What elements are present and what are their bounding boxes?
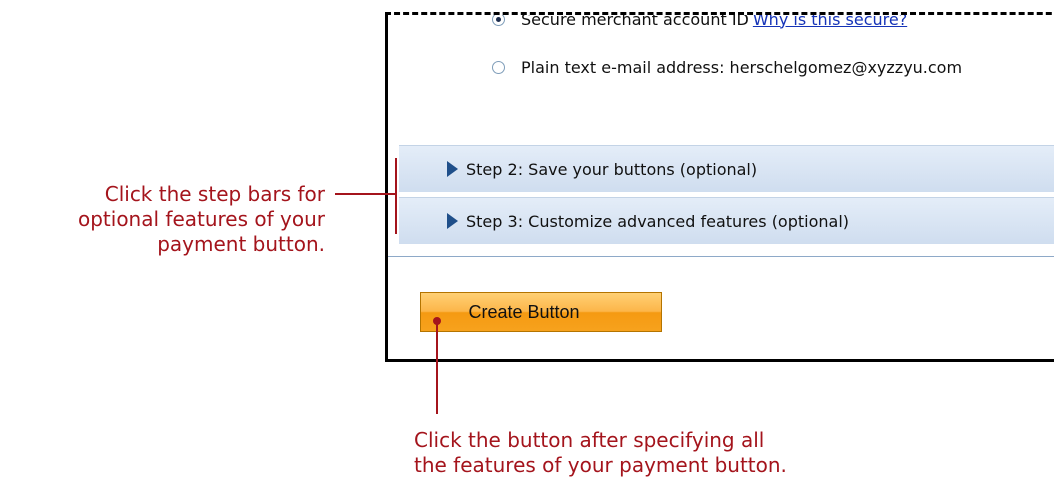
annotation-pointer-line <box>436 320 438 414</box>
paypal-form-screenshot: Secure merchant account ID Why is this s… <box>385 12 1054 362</box>
option-email-label: Plain text e-mail address: herschelgomez… <box>521 57 963 77</box>
annotation-line: Click the button after specifying all <box>414 428 765 452</box>
annotation-connector <box>335 193 397 195</box>
step2-bar[interactable]: Step 2: Save your buttons (optional) <box>399 145 1054 192</box>
step-bars-annotation: Click the step bars for optional feature… <box>78 182 325 257</box>
why-secure-link[interactable]: Why is this secure? <box>753 15 907 29</box>
step2-label: Step 2: Save your buttons (optional) <box>466 159 758 179</box>
annotation-bracket <box>395 158 407 234</box>
button-annotation: Click the button after specifying all th… <box>414 428 787 478</box>
create-button[interactable]: Create Button <box>420 292 662 332</box>
step3-label: Step 3: Customize advanced features (opt… <box>466 211 850 231</box>
annotation-line: Click the step bars for <box>104 182 325 206</box>
annotation-line: optional features of your <box>77 207 325 231</box>
annotation-line: payment button. <box>157 232 325 256</box>
expand-arrow-icon <box>447 213 458 229</box>
option-secure-label: Secure merchant account ID <box>521 12 749 29</box>
radio-unselected-icon[interactable] <box>492 60 505 74</box>
annotation-line: the features of your payment button. <box>414 453 787 477</box>
expand-arrow-icon <box>447 161 458 177</box>
radio-option-secure-id[interactable]: Secure merchant account ID Why is this s… <box>492 12 907 31</box>
step3-bar[interactable]: Step 3: Customize advanced features (opt… <box>399 197 1054 244</box>
radio-option-email[interactable]: Plain text e-mail address: herschelgomez… <box>492 55 962 79</box>
step-bars-section: Step 2: Save your buttons (optional) Ste… <box>388 145 1054 257</box>
radio-selected-icon[interactable] <box>492 15 505 26</box>
